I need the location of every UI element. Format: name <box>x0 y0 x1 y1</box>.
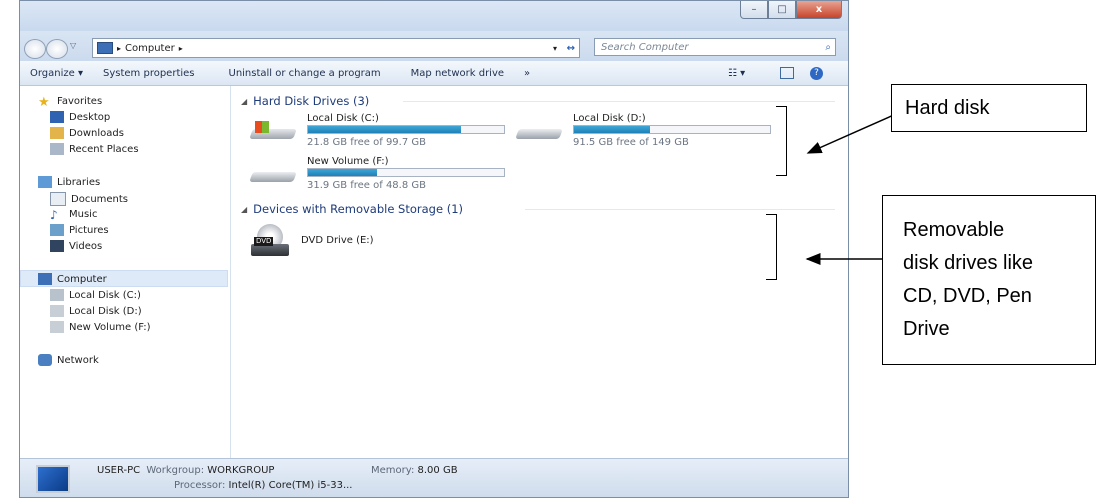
annotation-hard-disk-text: Hard disk <box>905 97 990 119</box>
annotation-hard-disk: Hard disk <box>891 84 1087 132</box>
annotation-removable-line-2: disk drives like <box>903 252 1034 274</box>
annotation-removable: Removable disk drives like CD, DVD, Pen … <box>882 195 1096 365</box>
annotation-removable-line-3: CD, DVD, Pen <box>903 285 1032 307</box>
annotation-removable-line-1: Removable <box>903 219 1005 241</box>
annotation-removable-line-4: Drive <box>903 318 950 340</box>
